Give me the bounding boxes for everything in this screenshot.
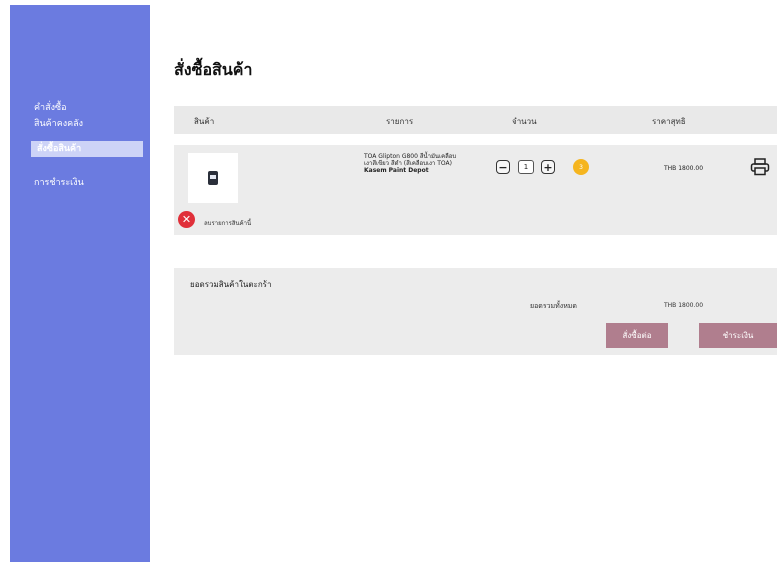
table-header: สินค้า รายการ จำนวน ราคาสุทธิ bbox=[174, 106, 777, 134]
cart-item-row: ✕ ลบรายการสินค้านี้ TOA Glipton G800 สีน… bbox=[174, 145, 777, 235]
header-details: รายการ bbox=[386, 117, 414, 126]
remove-label: ลบรายการสินค้านี้ bbox=[204, 220, 252, 227]
header-price: ราคาสุทธิ bbox=[652, 117, 686, 126]
header-quantity: จำนวน bbox=[512, 117, 537, 126]
product-description-line: เงาสีเขียว สีดำ (สีเคลือบเงา TOA) bbox=[364, 160, 452, 167]
sidebar-item-payment[interactable]: การชำระเงิน bbox=[34, 175, 84, 191]
sidebar-item-inventory[interactable]: สินค้าคงคลัง bbox=[34, 116, 83, 132]
store-name: Kasem Paint Depot bbox=[364, 167, 429, 174]
increase-quantity-button[interactable]: + bbox=[541, 160, 555, 174]
sidebar-item-orders[interactable]: คำสั่งซื้อ bbox=[34, 100, 66, 116]
paint-can-icon bbox=[208, 171, 218, 185]
product-image bbox=[188, 153, 238, 203]
quantity-input[interactable]: 1 bbox=[518, 160, 534, 174]
sidebar-item-purchase[interactable]: สั่งซื้อสินค้า bbox=[31, 141, 143, 157]
pay-button[interactable]: ชำระเงิน bbox=[699, 323, 777, 348]
summary-title: ยอดรวมสินค้าในตะกร้า bbox=[190, 280, 272, 289]
decrease-quantity-button[interactable]: − bbox=[496, 160, 510, 174]
total-label: ยอดรวมทั้งหมด bbox=[530, 302, 577, 310]
quantity-badge: 3 bbox=[573, 159, 589, 175]
sidebar: คำสั่งซื้อ สินค้าคงคลัง สั่งซื้อสินค้า ก… bbox=[10, 5, 150, 562]
page-title: สั่งซื้อสินค้า bbox=[174, 60, 253, 79]
continue-order-button[interactable]: สั่งซื้อต่อ bbox=[606, 323, 668, 348]
printer-icon[interactable] bbox=[750, 158, 770, 176]
header-product: สินค้า bbox=[194, 117, 215, 126]
product-description-line: TOA Glipton G800 สีน้ำมันเคลือบ bbox=[364, 153, 457, 160]
cart-summary: ยอดรวมสินค้าในตะกร้า ยอดรวมทั้งหมด THB 1… bbox=[174, 268, 777, 355]
product-description: TOA Glipton G800 สีน้ำมันเคลือบ เงาสีเขี… bbox=[364, 153, 484, 174]
remove-icon[interactable]: ✕ bbox=[178, 211, 195, 228]
item-price: THB 1800.00 bbox=[664, 165, 704, 172]
total-value: THB 1800.00 bbox=[664, 302, 704, 309]
